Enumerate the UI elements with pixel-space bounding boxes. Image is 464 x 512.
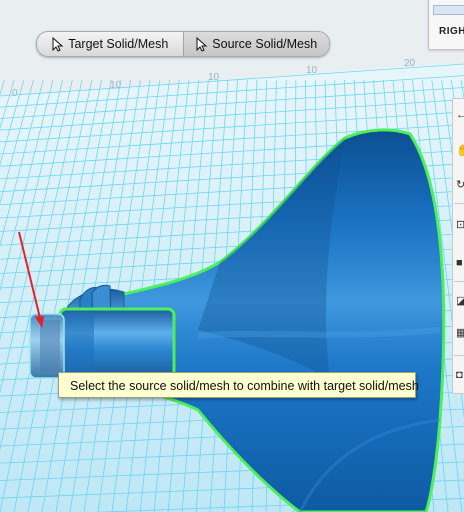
view-cube-face-label: RIGH xyxy=(439,26,464,37)
cursor-arrow-icon xyxy=(196,36,208,52)
scene-canvas[interactable]: 0 10 10 10 20 xyxy=(0,0,464,512)
orbit-icon[interactable]: ↻ xyxy=(456,177,464,193)
grid-label: 10 xyxy=(208,72,220,83)
instruction-tooltip: Select the source solid/mesh to combine … xyxy=(58,372,419,398)
grid-snap-icon[interactable]: ▦ xyxy=(456,325,464,341)
grid-label: 20 xyxy=(404,58,416,69)
mode-toolbar: Target Solid/Mesh Source Solid/Mesh xyxy=(36,31,330,57)
3d-viewport[interactable]: 0 10 10 10 20 Target Solid/Mesh Source S… xyxy=(0,0,464,512)
cursor-arrow-icon xyxy=(52,36,64,52)
material-icon[interactable]: ◪ xyxy=(456,293,464,309)
target-solid-mesh-label: Target Solid/Mesh xyxy=(68,37,169,51)
source-solid-mesh-label: Source Solid/Mesh xyxy=(212,37,318,51)
grid-label: 10 xyxy=(306,65,318,76)
view-cube-top-face[interactable] xyxy=(433,5,464,15)
grid-label: 10 xyxy=(110,80,122,91)
solid-view-icon[interactable]: ■ xyxy=(456,255,464,271)
pan-hand-icon[interactable]: ✋ xyxy=(456,143,464,159)
navigation-toolbar: ← ✋ ↻ ⊡ ■ ◪ ▦ ◘ xyxy=(452,98,464,394)
target-solid-mesh-button[interactable]: Target Solid/Mesh xyxy=(37,32,183,56)
render-icon[interactable]: ◘ xyxy=(456,367,464,383)
grid-label: 0 xyxy=(12,88,18,99)
arrow-icon[interactable]: ← xyxy=(456,107,464,123)
fit-view-icon[interactable]: ⊡ xyxy=(456,217,464,233)
source-solid-mesh-button[interactable]: Source Solid/Mesh xyxy=(182,32,329,56)
view-cube[interactable]: RIGH xyxy=(428,0,464,50)
